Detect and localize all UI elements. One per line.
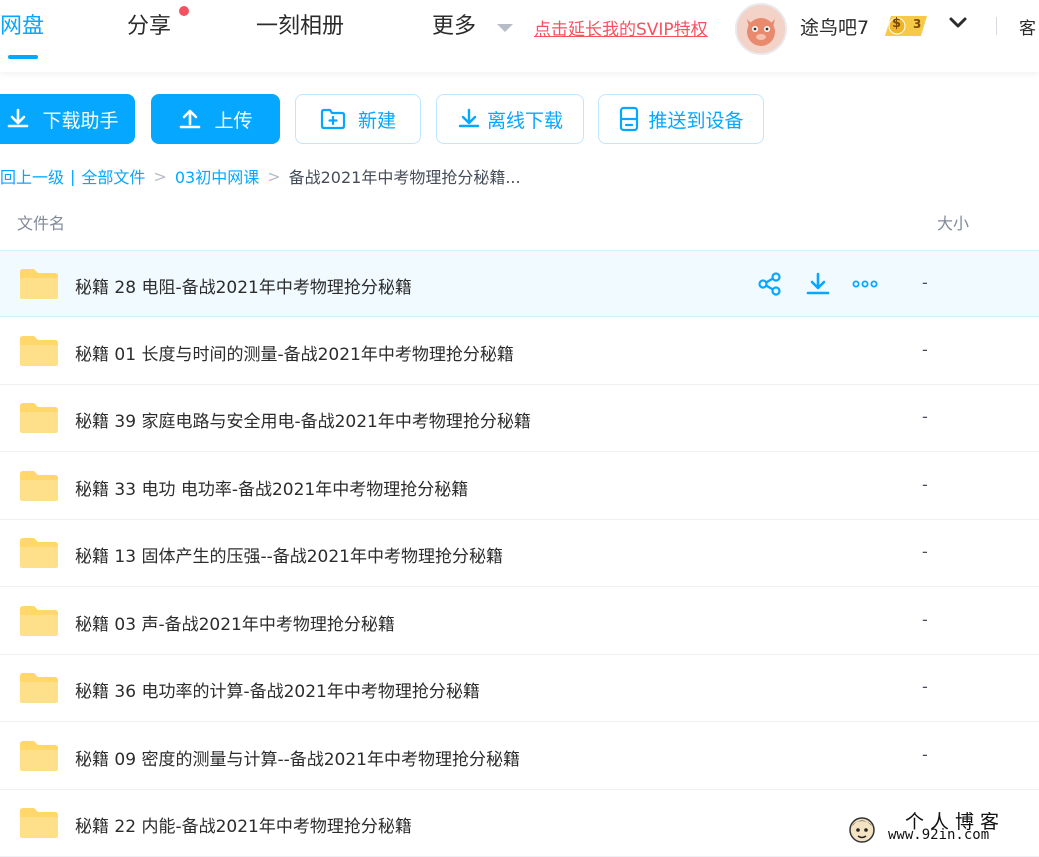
download-helper-label: 下载助手 <box>42 109 119 132</box>
avatar[interactable] <box>735 3 787 55</box>
watermark-logo-icon <box>849 817 875 843</box>
file-name[interactable]: 秘籍 22 内能-备战2021年中考物理抢分秘籍 <box>75 812 412 837</box>
new-folder-label: 新建 <box>357 109 396 132</box>
file-size: - <box>922 340 928 359</box>
file-size: - <box>922 407 928 426</box>
breadcrumb-separator: > <box>267 166 281 186</box>
watermark: 个人博客 www.92in.com <box>843 805 1039 849</box>
active-tab-indicator <box>8 55 38 59</box>
file-size: - <box>922 677 928 696</box>
file-row[interactable]: 秘籍 09 密度的测量与计算--备战2021年中考物理抢分秘籍 - <box>0 723 1039 790</box>
file-size: - <box>922 273 928 292</box>
svip-promo-link[interactable]: 点击延长我的SVIP特权 <box>534 15 708 40</box>
offline-download-button[interactable]: 离线下载 <box>436 94 584 144</box>
file-name[interactable]: 秘籍 28 电阻-备战2021年中考物理抢分秘籍 <box>75 273 412 298</box>
file-row[interactable]: 秘籍 13 固体产生的压强--备战2021年中考物理抢分秘籍 - <box>0 520 1039 587</box>
device-icon <box>620 106 639 132</box>
download-helper-button[interactable]: 下载助手 <box>0 94 135 144</box>
folder-icon <box>20 403 58 433</box>
notification-dot <box>179 6 189 16</box>
file-name[interactable]: 秘籍 36 电功率的计算-备战2021年中考物理抢分秘籍 <box>75 677 480 702</box>
column-header-size[interactable]: 大小 <box>937 210 969 234</box>
folder-icon <box>20 538 58 568</box>
folder-icon <box>20 336 58 366</box>
new-folder-icon <box>320 108 346 130</box>
file-row[interactable]: 秘籍 33 电功 电功率-备战2021年中考物理抢分秘籍 - <box>0 453 1039 520</box>
divider <box>996 17 997 35</box>
new-folder-button[interactable]: 新建 <box>295 94 421 144</box>
offline-download-label: 离线下载 <box>486 109 563 132</box>
breadcrumb-separator: > <box>153 166 167 186</box>
column-header-name[interactable]: 文件名 <box>17 210 65 234</box>
breadcrumb-all-files[interactable]: 全部文件 <box>81 164 145 188</box>
file-size: - <box>922 475 928 494</box>
more-dropdown-caret-icon[interactable] <box>497 24 513 32</box>
nav-tab-more[interactable]: 更多 <box>432 8 476 40</box>
folder-icon <box>20 471 58 501</box>
offline-download-icon <box>458 108 480 128</box>
file-name[interactable]: 秘籍 03 声-备战2021年中考物理抢分秘籍 <box>75 610 395 635</box>
vip-symbol: $ <box>892 16 902 31</box>
folder-icon <box>20 741 58 771</box>
push-to-device-button[interactable]: 推送到设备 <box>598 94 764 144</box>
username[interactable]: 途鸟吧7 <box>800 13 869 40</box>
folder-icon <box>20 269 58 299</box>
folder-icon <box>20 808 58 838</box>
file-row[interactable]: 秘籍 03 声-备战2021年中考物理抢分秘籍 - <box>0 588 1039 655</box>
nav-tab-share[interactable]: 分享 <box>127 8 171 40</box>
push-to-device-label: 推送到设备 <box>648 109 744 132</box>
chevron-down-icon[interactable] <box>948 16 968 30</box>
vip-level: 3 <box>913 17 922 31</box>
share-icon[interactable] <box>757 271 783 297</box>
vip-level-badge[interactable]: $ 3 <box>883 14 931 38</box>
breadcrumb-divider: | <box>70 166 76 186</box>
file-name[interactable]: 秘籍 13 固体产生的压强--备战2021年中考物理抢分秘籍 <box>75 542 503 567</box>
file-row[interactable]: 秘籍 28 电阻-备战2021年中考物理抢分秘籍 - <box>0 250 1039 317</box>
breadcrumb-level1[interactable]: 03初中网课 <box>175 164 259 188</box>
top-navigation-bar: 网盘 分享 一刻相册 更多 点击延长我的SVIP特权 途鸟吧7 $ 3 客 <box>0 0 1039 72</box>
file-row[interactable]: 秘籍 36 电功率的计算-备战2021年中考物理抢分秘籍 - <box>0 655 1039 722</box>
download-icon <box>8 108 29 128</box>
file-name[interactable]: 秘籍 39 家庭电路与安全用电-备战2021年中考物理抢分秘籍 <box>75 407 531 432</box>
breadcrumb-current: 备战2021年中考物理抢分秘籍... <box>288 168 521 187</box>
breadcrumb-back[interactable]: 回上一级 <box>0 164 64 188</box>
folder-icon <box>20 606 58 636</box>
upload-icon <box>180 109 201 129</box>
upload-button[interactable]: 上传 <box>151 94 280 144</box>
file-size: - <box>922 610 928 629</box>
file-name[interactable]: 秘籍 33 电功 电功率-备战2021年中考物理抢分秘籍 <box>75 475 468 500</box>
breadcrumb: 回上一级 | 全部文件 > 03初中网课 > 备战2021年中考物理抢分秘籍..… <box>0 164 521 188</box>
folder-icon <box>20 673 58 703</box>
file-name[interactable]: 秘籍 01 长度与时间的测量-备战2021年中考物理抢分秘籍 <box>75 340 514 365</box>
file-row[interactable]: 秘籍 01 长度与时间的测量-备战2021年中考物理抢分秘籍 - <box>0 318 1039 385</box>
file-size: - <box>922 745 928 764</box>
nav-tab-album[interactable]: 一刻相册 <box>256 8 344 40</box>
file-row[interactable]: 秘籍 39 家庭电路与安全用电-备战2021年中考物理抢分秘籍 - <box>0 385 1039 452</box>
file-size: - <box>922 542 928 561</box>
file-name[interactable]: 秘籍 09 密度的测量与计算--备战2021年中考物理抢分秘籍 <box>75 745 520 770</box>
download-icon[interactable] <box>805 271 831 297</box>
more-icon[interactable] <box>852 271 878 297</box>
watermark-url: www.92in.com <box>888 827 990 843</box>
upload-label: 上传 <box>214 109 253 132</box>
client-link[interactable]: 客 <box>1019 14 1036 39</box>
nav-tab-netdisk[interactable]: 网盘 <box>0 8 44 40</box>
